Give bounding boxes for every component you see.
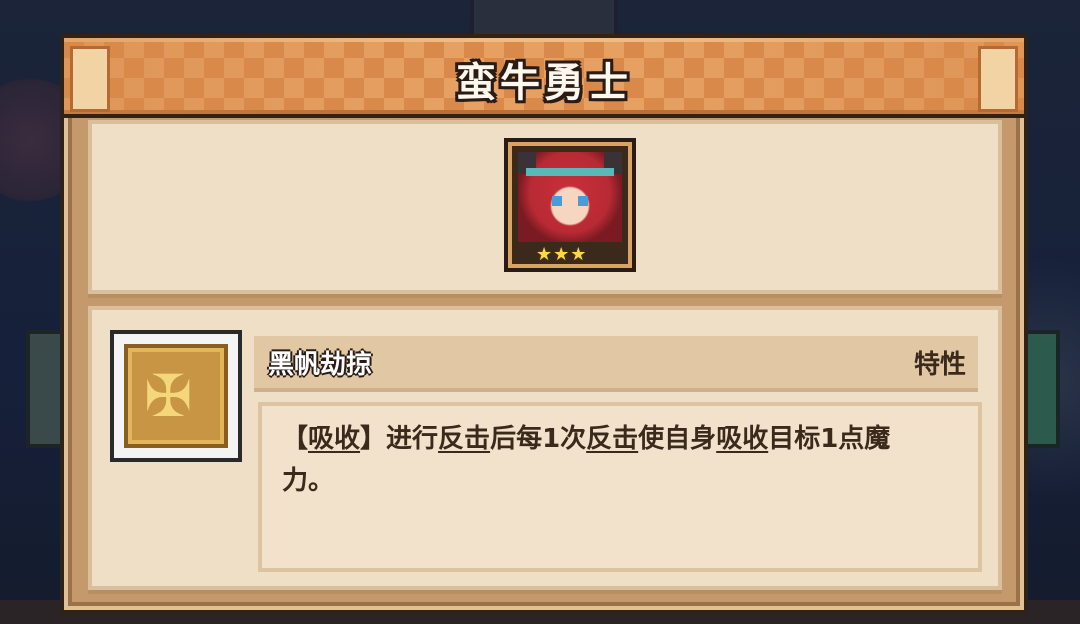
skill-name: 黑帆劫掠 (268, 350, 373, 380)
keyword-counter-link-2[interactable]: 反击 (586, 424, 638, 454)
keyword-absorb-link[interactable]: 吸收 (308, 424, 360, 454)
skill-type-label: 特性 (913, 350, 966, 380)
eye-right-icon (578, 196, 588, 206)
keyword-absorb-link-2[interactable]: 吸收 (716, 424, 768, 454)
keyword-counter-link[interactable]: 反击 (438, 424, 490, 454)
skill-description: 【吸收】进行反击后每1次反击使自身吸收目标1点魔力。 (282, 418, 942, 502)
desc-text-1: 【 (282, 424, 309, 454)
star-rating: ★★★ (536, 244, 588, 265)
skill-name-bar: 黑帆劫掠 特性 (254, 336, 978, 392)
skill-description-box: 【吸收】进行反击后每1次反击使自身吸收目标1点魔力。 (258, 402, 982, 572)
skill-icon-frame[interactable]: ✠ (110, 330, 242, 462)
headband-icon (526, 168, 614, 176)
desc-text-4: 使自身 (638, 424, 717, 454)
desc-text-3: 后每1次 (490, 424, 587, 454)
character-title: 蛮牛勇士 (456, 60, 632, 106)
character-info-panel: 蛮牛勇士 ★★★ ✠ 黑帆劫掠 特性 【吸收】进行反击后每1次反击使自身吸收目标… (60, 34, 1028, 614)
panel-header: 蛮牛勇士 (64, 38, 1024, 118)
crossed-figure-icon: ✠ (124, 344, 228, 448)
eye-left-icon (552, 196, 562, 206)
figure-glyph-icon: ✠ (144, 362, 193, 430)
portrait-section: ★★★ (88, 120, 1002, 294)
desc-text-2: 】进行 (360, 424, 439, 454)
character-portrait[interactable]: ★★★ (504, 138, 636, 272)
skill-section: ✠ 黑帆劫掠 特性 【吸收】进行反击后每1次反击使自身吸收目标1点魔力。 (88, 306, 1002, 590)
